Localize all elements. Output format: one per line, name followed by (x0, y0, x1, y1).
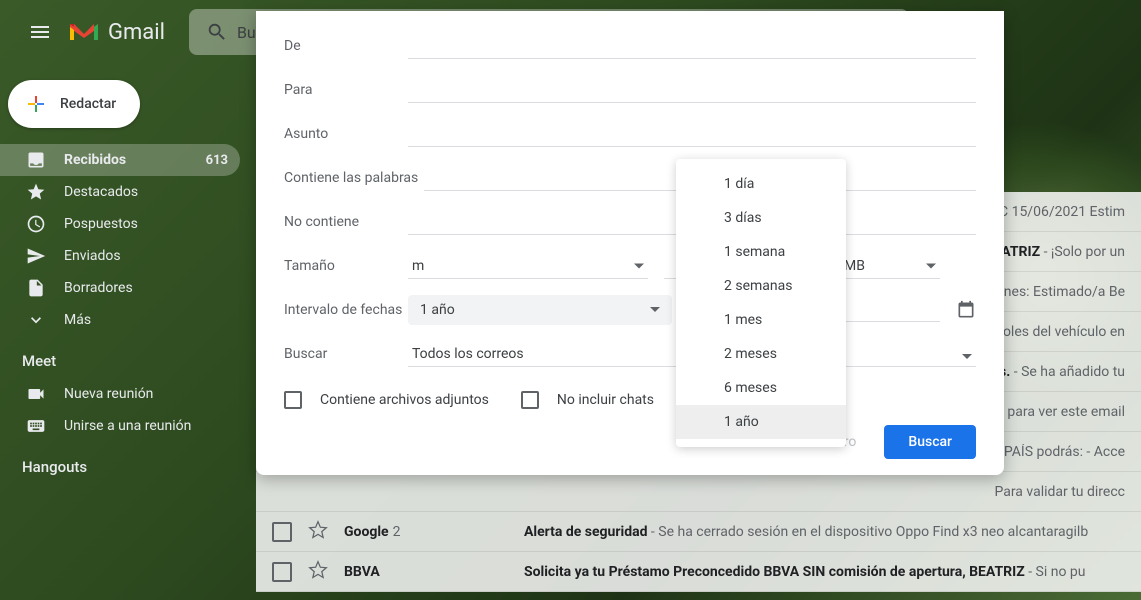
sidebar-item-more[interactable]: Más (0, 304, 240, 336)
size-operator-select[interactable]: m (408, 254, 648, 279)
meet-new-label: Nueva reunión (64, 386, 153, 402)
nav-label: Enviados (64, 248, 228, 264)
nav-label: Pospuestos (64, 216, 228, 232)
search-in-label: Buscar (284, 346, 408, 362)
date-option-1-month[interactable]: 1 mes (676, 303, 846, 337)
clock-icon (26, 214, 46, 234)
nav-label: Destacados (64, 184, 228, 200)
from-label: De (284, 38, 408, 54)
email-checkbox[interactable] (272, 522, 292, 542)
plus-icon (24, 92, 48, 116)
size-unit-select[interactable]: MB (840, 254, 940, 279)
meet-new-meeting[interactable]: Nueva reunión (0, 378, 256, 410)
advanced-search-panel: De Para Asunto Contiene las palabras No … (256, 11, 1004, 475)
compose-button[interactable]: Redactar (8, 80, 140, 128)
email-row[interactable]: Para validar tu direcc (256, 472, 1141, 512)
date-option-2-weeks[interactable]: 2 semanas (676, 269, 846, 303)
date-range-select[interactable]: 1 año (408, 295, 672, 325)
search-button[interactable] (197, 12, 237, 52)
date-range-label: Intervalo de fechas (284, 302, 408, 318)
size-label: Tamaño (284, 258, 408, 274)
date-range-dropdown: 1 día 3 días 1 semana 2 semanas 1 mes 2 … (676, 159, 846, 447)
hamburger-icon (28, 20, 52, 44)
main-menu-button[interactable] (16, 8, 64, 56)
has-words-label: Contiene las palabras (284, 170, 424, 186)
not-has-label: No contiene (284, 214, 408, 230)
sidebar-item-sent[interactable]: Enviados (0, 240, 240, 272)
inbox-icon (26, 150, 46, 170)
email-checkbox[interactable] (272, 562, 292, 582)
logo-text: Gmail (108, 20, 165, 45)
email-subject: Alerta de seguridad - Se ha cerrado sesi… (524, 524, 1125, 540)
exclude-chats-checkbox[interactable]: No incluir chats (521, 391, 654, 409)
nav-count: 613 (206, 153, 228, 168)
keyboard-icon (26, 416, 46, 436)
date-option-1-week[interactable]: 1 semana (676, 235, 846, 269)
sidebar-item-inbox[interactable]: Recibidos 613 (0, 144, 240, 176)
nav-label: Recibidos (64, 152, 188, 168)
gmail-logo[interactable]: Gmail (68, 20, 165, 45)
sidebar-item-starred[interactable]: Destacados (0, 176, 240, 208)
date-option-6-months[interactable]: 6 meses (676, 371, 846, 405)
email-subject: Solicita ya tu Préstamo Preconcedido BBV… (524, 564, 1125, 580)
sidebar-item-snoozed[interactable]: Pospuestos (0, 208, 240, 240)
content-area: EC 15/06/2021 Estim EATRIZ - ¡Solo por u… (256, 64, 1141, 600)
date-option-2-months[interactable]: 2 meses (676, 337, 846, 371)
send-icon (26, 246, 46, 266)
video-icon (26, 384, 46, 404)
star-outline-icon (308, 520, 328, 540)
search-icon (206, 21, 228, 43)
subject-input[interactable] (408, 122, 976, 147)
email-star[interactable] (308, 520, 328, 544)
file-icon (26, 278, 46, 298)
sidebar-item-drafts[interactable]: Borradores (0, 272, 240, 304)
meet-join-label: Unirse a una reunión (64, 418, 191, 434)
gmail-icon (68, 20, 100, 44)
star-icon (26, 182, 46, 202)
calendar-icon[interactable] (956, 300, 976, 320)
sidebar: Redactar Recibidos 613 Destacados Pospue… (0, 64, 256, 600)
compose-label: Redactar (60, 96, 116, 112)
subject-label: Asunto (284, 126, 408, 142)
nav-label: Borradores (64, 280, 228, 296)
email-sender: Google 2 (344, 524, 524, 540)
email-row[interactable]: Google 2 Alerta de seguridad - Se ha cer… (256, 512, 1141, 552)
from-input[interactable] (408, 34, 976, 59)
nav-label: Más (64, 312, 228, 328)
email-row[interactable]: BBVA Solicita ya tu Préstamo Preconcedid… (256, 552, 1141, 592)
date-option-3-days[interactable]: 3 días (676, 201, 846, 235)
star-outline-icon (308, 560, 328, 580)
hangouts-section-title: Hangouts (0, 442, 256, 484)
to-label: Para (284, 82, 408, 98)
chevron-down-icon (26, 310, 46, 330)
date-option-1-year[interactable]: 1 año (676, 405, 846, 439)
has-attachment-checkbox[interactable]: Contiene archivos adjuntos (284, 391, 489, 409)
meet-join-meeting[interactable]: Unirse a una reunión (0, 410, 256, 442)
email-sender: BBVA (344, 564, 524, 580)
email-star[interactable] (308, 560, 328, 584)
date-option-1-day[interactable]: 1 día (676, 167, 846, 201)
search-submit-button[interactable]: Buscar (884, 425, 976, 459)
to-input[interactable] (408, 78, 976, 103)
meet-section-title: Meet (0, 336, 256, 378)
